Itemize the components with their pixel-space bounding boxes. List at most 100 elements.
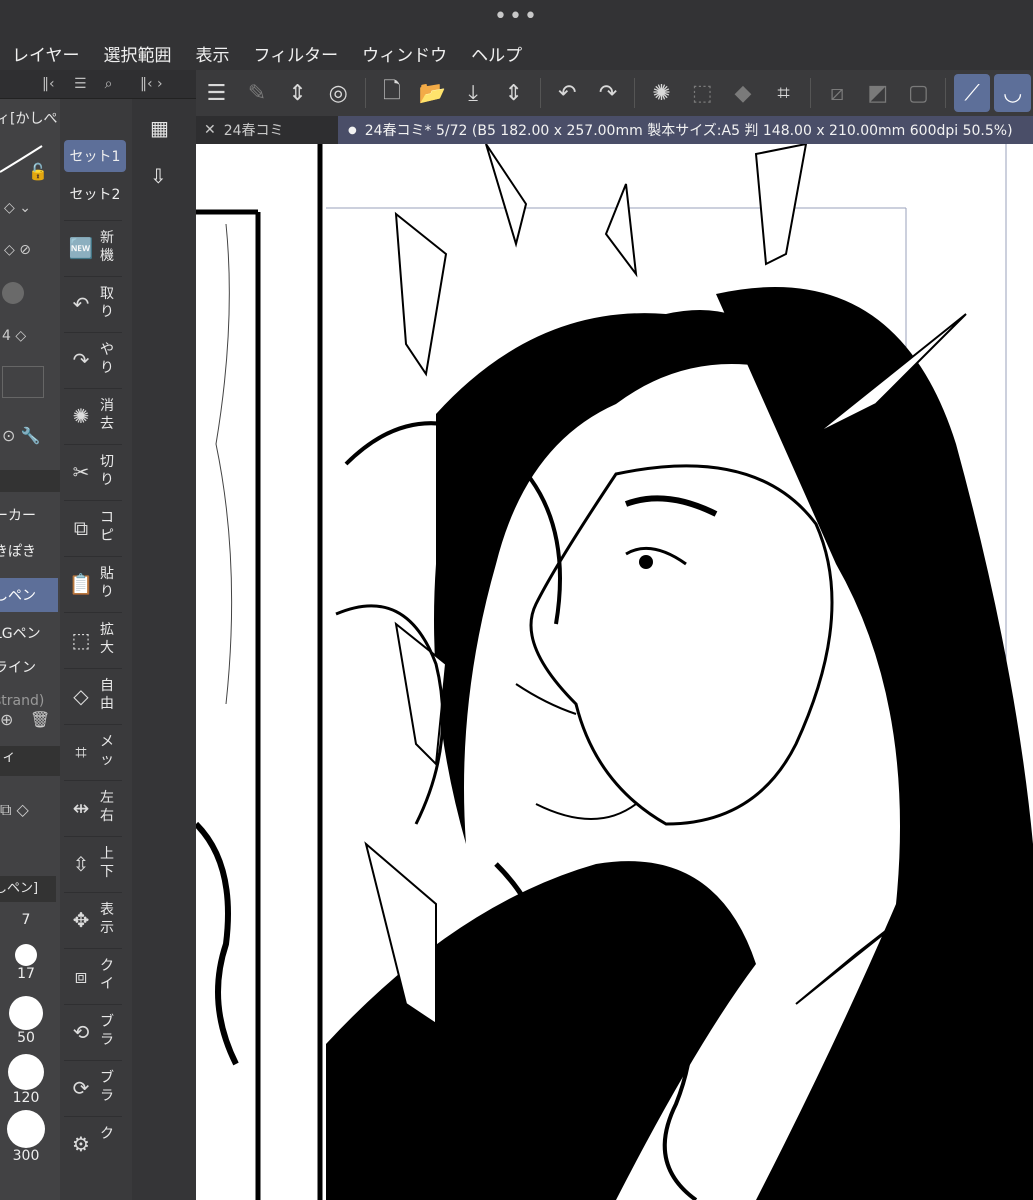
brush-size-label: 120	[12, 1090, 40, 1106]
tool-quick[interactable]: ⧈ クイ	[64, 948, 122, 1005]
tool-label: 消去	[100, 398, 114, 432]
save-icon[interactable]: ⤓	[455, 74, 492, 112]
tool-label: 自由	[100, 678, 114, 712]
mesh-icon: ⌗	[75, 740, 87, 764]
tool-flip-vertical[interactable]: ⇳ 上下	[64, 836, 122, 893]
drawing-canvas[interactable]	[196, 144, 1033, 1200]
subtool-bokiboki[interactable]: きぽき	[0, 534, 58, 568]
tool-extra[interactable]: ⚙ ク	[64, 1116, 122, 1173]
fill-icon[interactable]: ◆	[725, 74, 762, 112]
brush-snap-icon[interactable]: ◡	[994, 74, 1032, 112]
tab-inactive-label: 24春コミ	[223, 123, 284, 139]
subtool-selected-pen[interactable]: しペン	[0, 578, 58, 612]
hamburger-icon[interactable]: ☰	[198, 74, 235, 112]
tool-brush[interactable]: ⟳ ブラ	[64, 1060, 122, 1117]
settings-wrench-icon[interactable]: ⊙ 🔧	[2, 426, 40, 445]
free-transform-icon: ◇	[73, 684, 89, 708]
deselect-icon[interactable]: ⬚	[684, 74, 721, 112]
erase-icon[interactable]: ✺	[643, 74, 680, 112]
paste-icon: 📋	[68, 572, 94, 596]
tool-label: やり	[100, 342, 114, 376]
new-file-icon[interactable]: 🗋	[374, 74, 411, 112]
clear-selection-icon[interactable]: ⧄	[819, 74, 856, 112]
set-1-button[interactable]: セット1	[64, 140, 126, 172]
undo-icon[interactable]: ↶	[549, 74, 586, 112]
more-options-dots[interactable]: •••	[0, 4, 1033, 29]
tool-label: メッ	[100, 734, 114, 768]
snap-ruler-icon[interactable]: ⟋	[953, 74, 991, 112]
close-icon[interactable]: ✕	[204, 122, 216, 138]
brush-size-300[interactable]: 300	[0, 1110, 52, 1164]
tool-copy[interactable]: ⧉ コピ	[64, 500, 122, 557]
command-bar: ☰ ✎ ⇕ ◎ 🗋 📂 ⤓ ⇕ ↶ ↷ ✺ ⬚ ◆ ⌗ ⧄ ◩ ▢ ⟋ ◡	[196, 70, 1033, 116]
brush-size-50[interactable]: 50	[0, 996, 52, 1046]
grid-icon[interactable]: ▦	[150, 116, 169, 140]
opacity-stepper[interactable]: ◇ ⊘	[4, 242, 31, 258]
tool-new[interactable]: 🆕 新機	[64, 220, 122, 277]
subtool-marker[interactable]: ーカー	[0, 498, 58, 532]
brush-size-17[interactable]: 17	[0, 944, 52, 982]
menu-bar: レイヤー 選択範囲 表示 フィルター ウィンドウ ヘルプ	[0, 36, 1033, 70]
transform-icon[interactable]: ⌗	[765, 74, 802, 112]
tool-erase[interactable]: ✺ 消去	[64, 388, 122, 445]
frame-icon[interactable]: ▢	[900, 74, 937, 112]
flip-horizontal-icon: ⇹	[72, 796, 90, 820]
menu-window[interactable]: ウィンドウ	[350, 41, 459, 66]
updown-icon[interactable]: ⇕	[279, 74, 316, 112]
tool-brush[interactable]: ⟲ ブラ	[64, 1004, 122, 1061]
tool-label: ブラ	[100, 1070, 114, 1104]
brush-size-120[interactable]: 120	[0, 1054, 52, 1106]
tool-paste[interactable]: 📋 貼り	[64, 556, 122, 613]
menu-layer[interactable]: レイヤー	[0, 41, 92, 66]
tool-cut[interactable]: ✂ 切り	[64, 444, 122, 501]
brush-size-7[interactable]: 7	[0, 912, 52, 928]
updown-icon[interactable]: ⇕	[495, 74, 532, 112]
clip-studio-icon[interactable]: ◎	[320, 74, 357, 112]
flip-vertical-icon: ⇳	[72, 852, 90, 876]
brush-icon-1: ⟲	[72, 1020, 90, 1044]
density-stepper[interactable]: 4 ◇	[2, 328, 26, 344]
menu-icon[interactable]: ☰	[74, 76, 87, 92]
open-folder-icon[interactable]: 📂	[414, 74, 451, 112]
panel-collapse-bar: ‖‹	[0, 70, 60, 99]
download-icon[interactable]: ⇩	[150, 164, 167, 188]
tab-active-label: 24春コミ* 5/72 (B5 182.00 x 257.00mm 製本サイズ:…	[364, 123, 1013, 139]
tool-free-transform[interactable]: ◇ 自由	[64, 668, 122, 725]
tab-active[interactable]: ● 24春コミ* 5/72 (B5 182.00 x 257.00mm 製本サイ…	[338, 116, 1033, 144]
trash-icon[interactable]: 🗑	[30, 710, 50, 729]
search-icon[interactable]: ⌕	[105, 76, 113, 92]
scale-icon: ⬚	[71, 628, 91, 652]
color-swatch[interactable]	[2, 366, 44, 398]
redo-icon[interactable]: ↷	[590, 74, 627, 112]
brush-size-label: 300	[12, 1148, 40, 1164]
layer-edit-icon[interactable]: ✎	[239, 74, 276, 112]
size-stepper[interactable]: ◇ ⌄	[4, 200, 31, 216]
tool-display[interactable]: ✥ 表示	[64, 892, 122, 949]
menu-help[interactable]: ヘルプ	[459, 41, 534, 66]
modified-dot-icon: ●	[348, 124, 357, 136]
add-subtool-icon[interactable]: ⊕	[0, 710, 13, 729]
subtool-lg-pen[interactable]: LGペン	[0, 616, 58, 650]
layer-stepper-icon[interactable]: ⧉ ◇	[0, 800, 29, 820]
collapse-icon[interactable]: ‖‹ ›	[140, 76, 163, 92]
brush-size-header: しペン]	[0, 876, 56, 902]
property-tab[interactable]: ィ	[0, 746, 60, 776]
quick-icon: ⧈	[74, 964, 88, 988]
tool-label: 新機	[100, 230, 114, 264]
brush-icon-2: ⟳	[72, 1076, 90, 1100]
gradient-icon[interactable]: ◩	[859, 74, 896, 112]
tool-label: 左右	[100, 790, 114, 824]
tab-inactive[interactable]: ✕ 24春コミ	[196, 116, 346, 144]
tool-mesh[interactable]: ⌗ メッ	[64, 724, 122, 781]
collapse-icon[interactable]: ‖‹	[42, 76, 55, 92]
subtool-line[interactable]: ライン	[0, 650, 58, 684]
menu-view[interactable]: 表示	[184, 41, 242, 66]
tool-undo[interactable]: ↶ 取り	[64, 276, 122, 333]
menu-filter[interactable]: フィルター	[242, 41, 351, 66]
set-2-button[interactable]: セット2	[64, 178, 126, 210]
tool-redo[interactable]: ↷ やり	[64, 332, 122, 389]
lock-icon[interactable]: 🔓	[28, 162, 48, 181]
menu-selection[interactable]: 選択範囲	[92, 41, 184, 66]
tool-scale[interactable]: ⬚ 拡大	[64, 612, 122, 669]
tool-flip-horizontal[interactable]: ⇹ 左右	[64, 780, 122, 837]
